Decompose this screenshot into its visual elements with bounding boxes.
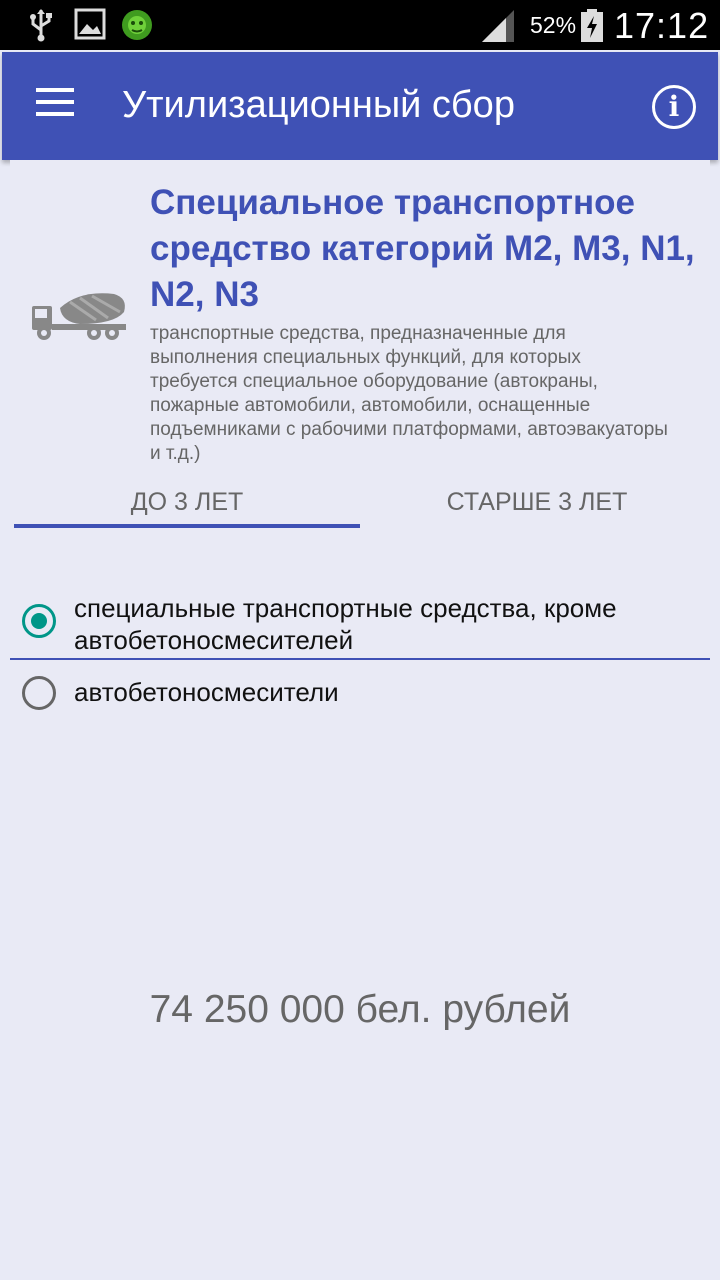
option-special-except-mixers[interactable]: специальные транспортные средства, кроме…: [10, 592, 710, 660]
radio-button[interactable]: [22, 676, 56, 710]
signal-icon: [482, 10, 514, 42]
option-concrete-mixers[interactable]: автобетоносмесители: [10, 670, 710, 720]
status-bar: 52% 17:12: [0, 0, 720, 50]
tab-over-3-years[interactable]: СТАРШЕ 3 ЛЕТ: [364, 488, 710, 528]
image-icon: [74, 8, 106, 40]
battery-charging-icon: [581, 9, 603, 42]
category-title: Специальное транспортное средство катего…: [150, 183, 695, 314]
category-description: транспортные средства, предназначенные д…: [150, 323, 668, 464]
category-card: Специальное транспортное средство катего…: [10, 160, 710, 1270]
battery-percent: 52%: [530, 12, 577, 38]
radio-button-selected[interactable]: [22, 604, 56, 638]
bug-icon: [122, 10, 152, 40]
tab-up-to-3-years[interactable]: ДО 3 ЛЕТ: [14, 488, 360, 528]
fee-result: 74 250 000 бел. рублей: [149, 988, 571, 1031]
clock: 17:12: [614, 5, 710, 46]
info-icon[interactable]: i: [652, 85, 696, 129]
app-title: Утилизационный сбор: [122, 84, 515, 126]
option-label: автобетоносмесители: [74, 677, 339, 707]
concrete-mixer-truck-icon: [32, 293, 126, 340]
radio-dot: [31, 613, 47, 629]
usb-icon: [30, 9, 52, 42]
divider: [10, 658, 710, 660]
tab-indicator: [14, 524, 360, 528]
hamburger-menu-icon[interactable]: [36, 88, 80, 124]
option-label: специальные транспортные средства, кроме…: [74, 593, 617, 655]
app-bar: Утилизационный сбор i: [2, 52, 718, 160]
